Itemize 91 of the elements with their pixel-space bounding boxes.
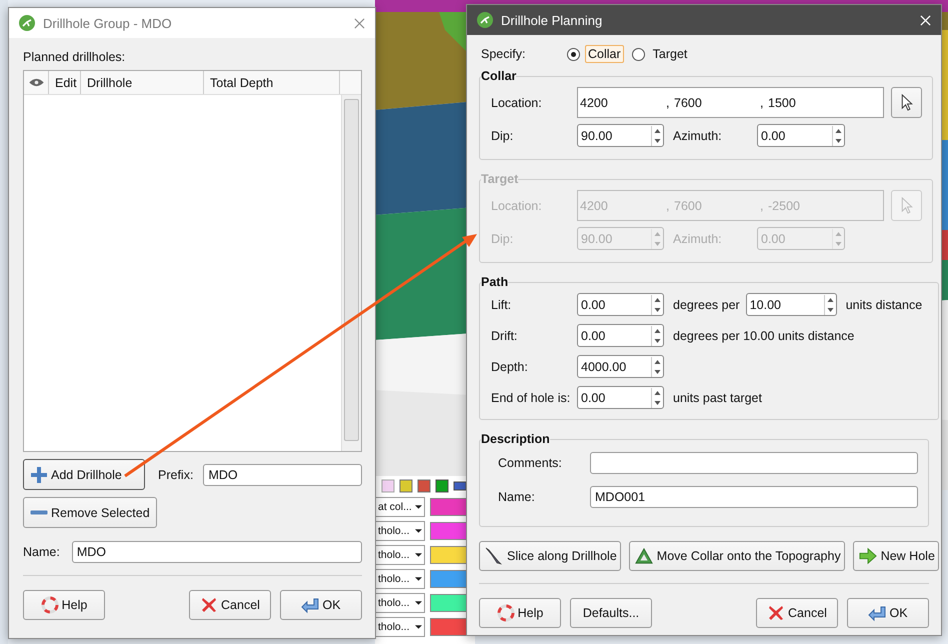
- cancel-button[interactable]: Cancel: [189, 590, 271, 620]
- dropdown[interactable]: tholo...: [375, 593, 425, 613]
- comments-field[interactable]: [590, 452, 918, 474]
- prefix-field[interactable]: MDO: [203, 464, 362, 486]
- new-hole-button[interactable]: New Hole: [852, 541, 939, 571]
- radio-option[interactable]: Target: [632, 45, 690, 63]
- remove-selected-button[interactable]: Remove Selected: [23, 497, 157, 528]
- field-label: Location:: [491, 198, 543, 212]
- triangle-icon: [634, 547, 653, 565]
- group-title: Collar: [481, 69, 516, 83]
- knife-icon: [485, 547, 503, 565]
- field-label: Name:: [23, 545, 60, 559]
- caret-icon: [415, 625, 422, 629]
- field-label: Dip:: [491, 232, 514, 246]
- spin-arrows-icon[interactable]: [824, 294, 836, 314]
- ok-button[interactable]: OK: [280, 590, 362, 620]
- field-label: Lift:: [491, 298, 512, 312]
- lifebuoy-icon: [40, 596, 59, 614]
- field-label: End of hole is:: [491, 390, 572, 404]
- spin-arrows-icon[interactable]: [832, 126, 844, 146]
- help-button[interactable]: Help: [23, 590, 105, 620]
- plus-icon: [30, 466, 48, 484]
- window-title: Drillhole Group - MDO: [43, 16, 173, 30]
- field-label: Comments:: [497, 456, 563, 470]
- add-drillhole-button[interactable]: Add Drillhole: [23, 459, 145, 490]
- unit-label: units distance: [846, 298, 922, 312]
- field-label: Azimuth:: [672, 232, 723, 246]
- number-field[interactable]: 4000.00: [577, 355, 664, 378]
- field-label: Location:: [491, 96, 543, 110]
- field-label: Dip:: [491, 128, 514, 142]
- cursor-icon: [900, 94, 912, 111]
- ok-button[interactable]: OK: [847, 598, 929, 628]
- slice-button[interactable]: Slice along Drillhole: [479, 541, 621, 571]
- cancel-button[interactable]: Cancel: [756, 598, 838, 628]
- unit-label: degrees per: [673, 298, 740, 312]
- number-field[interactable]: 0.00: [577, 324, 664, 347]
- dropdown[interactable]: tholo...: [375, 569, 425, 589]
- spin-arrows-icon[interactable]: [651, 388, 663, 408]
- unit-label: degrees per 10.00 units distance: [673, 328, 854, 342]
- field-label: Name:: [497, 490, 536, 504]
- field-label: Depth:: [491, 360, 529, 374]
- unit-label: units past target: [673, 390, 762, 404]
- number-field[interactable]: 0.00: [757, 124, 845, 147]
- field-label: Drift:: [491, 328, 518, 342]
- spin-arrows-icon[interactable]: [651, 294, 663, 314]
- column-header[interactable]: Drillhole: [87, 76, 132, 90]
- return-arrow-icon: [868, 604, 886, 622]
- field-label: Specify:: [480, 47, 526, 61]
- group-title: Target: [481, 172, 518, 186]
- window-title: Drillhole Planning: [501, 12, 604, 28]
- caret-icon: [415, 529, 422, 533]
- caret-icon: [415, 553, 422, 557]
- group-title: Description: [481, 432, 550, 446]
- right-arrow-icon: [858, 547, 877, 565]
- cross-icon: [767, 604, 786, 622]
- dropdown[interactable]: tholo...: [375, 617, 425, 637]
- dropdown[interactable]: tholo...: [375, 545, 425, 565]
- column-header[interactable]: Edit: [55, 76, 77, 90]
- pick-button[interactable]: [891, 87, 922, 118]
- app-logo-icon: [477, 12, 493, 28]
- cross-icon: [200, 596, 218, 614]
- spin-arrows-icon[interactable]: [651, 356, 663, 376]
- caret-icon: [415, 577, 422, 581]
- app-logo-icon: [19, 15, 35, 31]
- name-field[interactable]: MDO: [72, 541, 362, 563]
- lifebuoy-icon: [496, 604, 515, 622]
- location-field[interactable]: 4200 , 7600 , 1500: [577, 87, 884, 118]
- column-header[interactable]: Total Depth: [210, 76, 274, 90]
- field-label: Azimuth:: [672, 128, 723, 142]
- field-label: Prefix:: [158, 468, 194, 482]
- caret-icon: [415, 601, 422, 605]
- group-title: Path: [481, 275, 508, 289]
- number-field[interactable]: 90.00: [577, 124, 664, 147]
- name-field[interactable]: MDO001: [590, 486, 918, 508]
- minus-icon: [30, 510, 48, 515]
- help-button[interactable]: Help: [479, 598, 561, 628]
- eye-icon: [29, 78, 44, 87]
- dropdown[interactable]: at col...: [375, 497, 425, 517]
- caret-icon: [415, 505, 422, 509]
- number-field[interactable]: 10.00: [746, 293, 837, 316]
- return-arrow-icon: [301, 596, 320, 614]
- dropdown[interactable]: tholo...: [375, 521, 425, 541]
- move-collar-button[interactable]: Move Collar onto the Topography: [628, 541, 845, 571]
- scrollbar[interactable]: [341, 95, 361, 451]
- spin-arrows-icon[interactable]: [651, 326, 663, 346]
- spin-arrows-icon[interactable]: [651, 126, 663, 146]
- list-label: Planned drillholes:: [23, 50, 126, 64]
- defaults-button[interactable]: Defaults...: [570, 598, 652, 628]
- number-field[interactable]: 0.00: [577, 293, 664, 316]
- cursor-icon: [900, 197, 912, 214]
- number-field[interactable]: 0.00: [577, 386, 664, 409]
